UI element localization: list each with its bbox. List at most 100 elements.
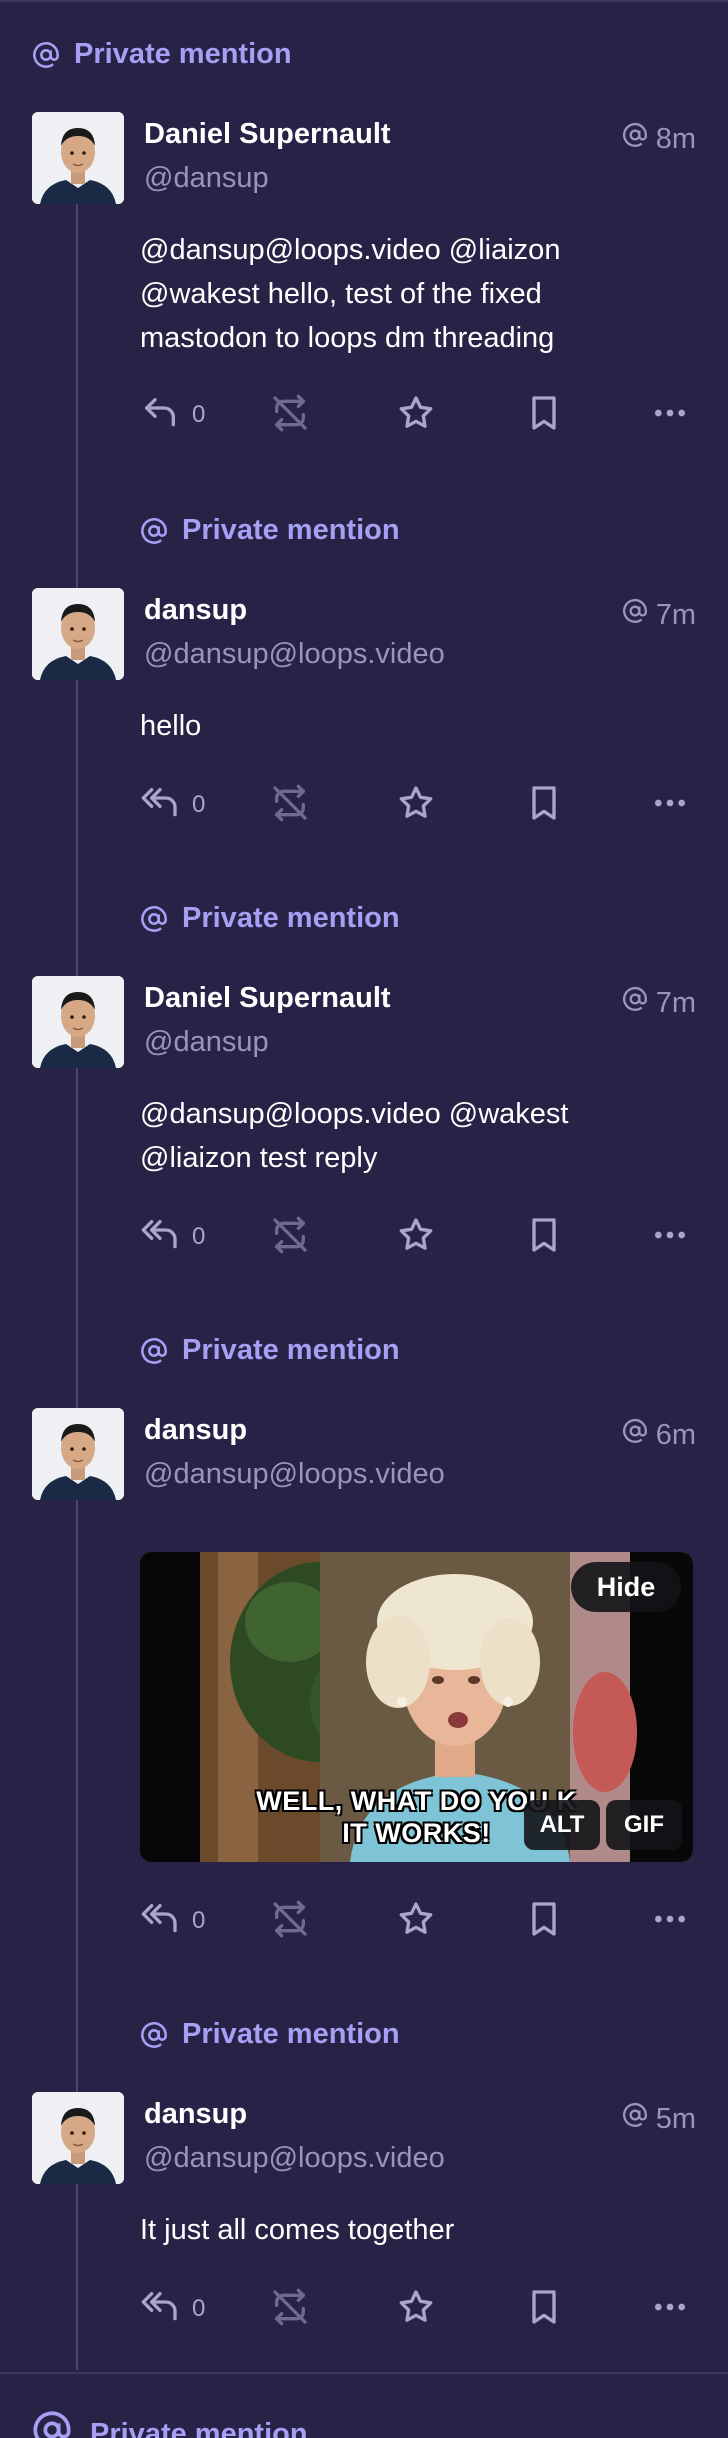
boost-button[interactable] (270, 1212, 310, 1262)
post-timestamp[interactable]: 5m (622, 2102, 696, 2136)
boost-button[interactable] (270, 780, 310, 830)
at-sign-icon (622, 986, 648, 1020)
star-icon (396, 1215, 436, 1260)
account-handle[interactable]: @dansup@loops.video (144, 638, 445, 671)
display-name[interactable]: Daniel Supernault (144, 118, 391, 151)
display-name[interactable]: dansup (144, 2098, 247, 2131)
bookmark-button[interactable] (524, 1212, 564, 1262)
display-name[interactable]: dansup (144, 594, 247, 627)
at-sign-icon (622, 1418, 648, 1452)
more-button[interactable] (650, 1212, 690, 1262)
private-mention-header-partial: Private mention (32, 2410, 308, 2438)
star-icon (396, 2287, 436, 2332)
star-icon (396, 393, 436, 438)
at-sign-icon (140, 905, 168, 933)
post-timestamp[interactable]: 7m (622, 598, 696, 632)
reply-all-button[interactable]: 0 (140, 780, 205, 830)
content-line: @dansup@loops.video @wakest (140, 1098, 569, 1130)
gif-attachment[interactable]: WELL, WHAT DO YOU K IT WORKS! Hide ALT G… (140, 1552, 693, 1862)
more-button[interactable] (650, 780, 690, 830)
post-timestamp[interactable]: 7m (622, 986, 696, 1020)
bookmark-button[interactable] (524, 2284, 564, 2334)
reply-button[interactable]: 0 (140, 390, 205, 440)
avatar[interactable] (32, 1408, 124, 1500)
private-mention-label: Private mention (182, 902, 400, 934)
content-line: @wakest hello, test of the fixed (140, 278, 542, 310)
avatar[interactable] (32, 588, 124, 680)
bookmark-icon (524, 1899, 564, 1944)
more-icon (650, 2287, 690, 2332)
private-mention-header: Private mention (32, 38, 292, 71)
content-line: hello (140, 710, 202, 742)
avatar[interactable] (32, 112, 124, 204)
more-button[interactable] (650, 2284, 690, 2334)
account-handle[interactable]: @dansup@loops.video (144, 2142, 445, 2175)
reply-all-button[interactable]: 0 (140, 1212, 205, 1262)
alt-text-button[interactable]: ALT (524, 1800, 600, 1850)
post-timestamp[interactable]: 6m (622, 1418, 696, 1452)
bookmark-icon (524, 783, 564, 828)
post-actions: 0 (140, 1896, 700, 1946)
account-handle[interactable]: @dansup (144, 1026, 269, 1059)
time-label: 7m (655, 598, 696, 631)
bookmark-button[interactable] (524, 1896, 564, 1946)
avatar[interactable] (32, 976, 124, 1068)
notifications-timeline: Private mention Daniel Supernault @dansu… (0, 0, 728, 2438)
favourite-button[interactable] (396, 390, 436, 440)
at-sign-icon (140, 517, 168, 545)
reply-all-icon (140, 1215, 180, 1260)
top-divider (0, 0, 728, 2)
thread-connector-line (76, 190, 78, 2370)
reply-count: 0 (192, 791, 206, 818)
reply-count: 0 (192, 401, 206, 428)
at-sign-icon (622, 598, 648, 632)
gif-badge: GIF (606, 1800, 682, 1850)
avatar[interactable] (32, 2092, 124, 2184)
post-timestamp[interactable]: 8m (622, 122, 696, 156)
boost-disabled-icon (270, 2287, 310, 2332)
private-mention-header: Private mention (140, 2018, 400, 2051)
favourite-button[interactable] (396, 2284, 436, 2334)
reply-all-button[interactable]: 0 (140, 2284, 205, 2334)
display-name[interactable]: Daniel Supernault (144, 982, 391, 1015)
more-icon (650, 1899, 690, 1944)
post-content: hello (140, 704, 700, 748)
time-label: 7m (655, 986, 696, 1019)
boost-button[interactable] (270, 1896, 310, 1946)
boost-button[interactable] (270, 390, 310, 440)
time-label: 6m (655, 1418, 696, 1451)
account-handle[interactable]: @dansup@loops.video (144, 1458, 445, 1491)
favourite-button[interactable] (396, 1212, 436, 1262)
bookmark-button[interactable] (524, 780, 564, 830)
more-icon (650, 1215, 690, 1260)
reply-all-icon (140, 783, 180, 828)
reply-all-button[interactable]: 0 (140, 1896, 205, 1946)
favourite-button[interactable] (396, 1896, 436, 1946)
post-content: @dansup@loops.video @wakest @liaizon tes… (140, 1092, 700, 1180)
private-mention-label: Private mention (74, 38, 292, 70)
at-sign-icon (622, 2102, 648, 2136)
bookmark-icon (524, 2287, 564, 2332)
private-mention-label: Private mention (182, 2018, 400, 2050)
bookmark-icon (524, 1215, 564, 1260)
private-mention-header: Private mention (140, 514, 400, 547)
reply-count: 0 (192, 1907, 206, 1934)
post-content: It just all comes together (140, 2208, 700, 2252)
more-button[interactable] (650, 1896, 690, 1946)
account-handle[interactable]: @dansup (144, 162, 269, 195)
post-actions: 0 (140, 390, 700, 440)
more-button[interactable] (650, 390, 690, 440)
hide-media-button[interactable]: Hide (571, 1562, 681, 1612)
display-name[interactable]: dansup (144, 1414, 247, 1447)
bookmark-icon (524, 393, 564, 438)
reply-all-icon (140, 2287, 180, 2332)
bookmark-button[interactable] (524, 390, 564, 440)
favourite-button[interactable] (396, 780, 436, 830)
boost-button[interactable] (270, 2284, 310, 2334)
post-actions: 0 (140, 2284, 700, 2334)
reply-count: 0 (192, 2295, 206, 2322)
star-icon (396, 783, 436, 828)
boost-disabled-icon (270, 783, 310, 828)
reply-all-icon (140, 1899, 180, 1944)
at-sign-icon (140, 1337, 168, 1365)
